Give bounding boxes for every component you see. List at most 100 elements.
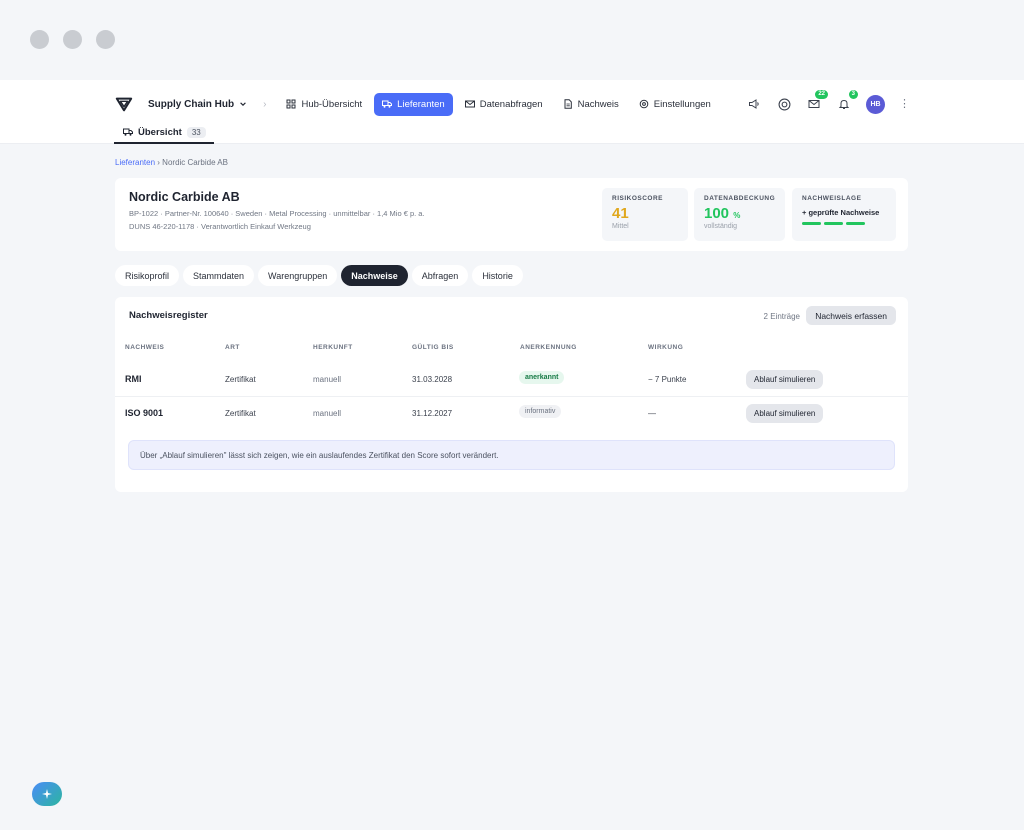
- nav-item-settings[interactable]: Einstellungen: [631, 93, 719, 116]
- kpi-unit: %: [733, 211, 741, 220]
- nav-item-data-requests[interactable]: Datenabfragen: [457, 93, 551, 116]
- cell-type: Zertifikat: [225, 409, 256, 418]
- nav-item-suppliers[interactable]: Lieferanten: [374, 92, 453, 116]
- cell-valid-until: 31.03.2028: [412, 375, 453, 384]
- chevron-down-icon: [240, 102, 246, 106]
- column-header: HERKUNFT: [313, 344, 353, 351]
- cell-effect: − 7 Punkte: [648, 375, 687, 384]
- announcement-button[interactable]: [746, 96, 762, 112]
- cell-origin: manuell: [313, 409, 342, 418]
- table-row[interactable]: ISO 9001 Zertifikat manuell 31.12.2027 i…: [115, 397, 908, 431]
- kpi-label: DATENABDECKUNG: [704, 195, 776, 202]
- tab-commodity-groups[interactable]: Warengruppen: [258, 265, 338, 286]
- tab-risk-profile[interactable]: Risikoprofil: [115, 265, 180, 286]
- table-row[interactable]: RMI Zertifikat manuell 31.03.2028 anerka…: [115, 363, 908, 397]
- nav-separator: ›: [263, 98, 267, 110]
- tab-requests[interactable]: Abfragen: [411, 265, 469, 286]
- mail-count-badge: 22: [815, 90, 828, 99]
- column-header: ART: [225, 344, 240, 351]
- cell-valid-until: 31.12.2027: [412, 409, 453, 418]
- user-avatar[interactable]: HB: [866, 94, 885, 114]
- column-header: GÜLTIG BIS: [412, 344, 454, 351]
- subtab-overview[interactable]: Übersicht 33: [114, 122, 214, 144]
- add-evidence-button[interactable]: Nachweis erfassen: [806, 306, 896, 325]
- tab-history[interactable]: Historie: [472, 265, 523, 286]
- nav-item-label: Lieferanten: [397, 98, 445, 110]
- window-controls: [30, 30, 115, 49]
- supplier-tabs: Risikoprofil Stammdaten Warengruppen Nac…: [115, 265, 523, 286]
- nav-item-evidence[interactable]: Nachweis: [555, 93, 627, 116]
- register-count: 2 Einträge: [763, 312, 800, 321]
- subtab-row: Übersicht 33: [114, 122, 214, 144]
- kpi-label: NACHWEISLAGE: [802, 195, 862, 202]
- notification-count-badge: 3: [848, 90, 858, 99]
- tab-evidence[interactable]: Nachweise: [341, 265, 408, 286]
- breadcrumb-current: Nordic Carbide AB: [162, 158, 228, 167]
- kpi-value: 41: [612, 205, 629, 222]
- cell-origin: manuell: [313, 375, 342, 384]
- window-dot-close[interactable]: [30, 30, 49, 49]
- status-badge: anerkannt: [519, 371, 565, 384]
- nav-item-hub-overview[interactable]: Hub-Übersicht: [278, 93, 370, 116]
- nav-item-label: Datenabfragen: [479, 98, 543, 110]
- mail-icon: [464, 100, 475, 108]
- hub-name-label: Supply Chain Hub: [148, 98, 235, 110]
- hub-switcher[interactable]: Supply Chain Hub: [148, 99, 247, 110]
- kpi-progress-bars: [802, 222, 886, 225]
- kpi-evidence-status: NACHWEISLAGE + geprüfte Nachweise: [792, 188, 896, 241]
- breadcrumb: Lieferanten › Nordic Carbide AB: [115, 158, 228, 167]
- gear-icon: [639, 99, 649, 109]
- column-header: WIRKUNG: [648, 344, 684, 351]
- grid-icon: [286, 99, 296, 109]
- register-title: Nachweisregister: [129, 310, 208, 321]
- help-button[interactable]: [776, 96, 792, 112]
- nav-item-label: Einstellungen: [653, 98, 711, 110]
- top-navigation: Supply Chain Hub › Hub-Übersicht Liefera…: [0, 80, 1024, 144]
- logo-icon[interactable]: [114, 94, 134, 114]
- kpi-proof-text: + geprüfte Nachweise: [802, 208, 880, 217]
- supplier-header-card: Nordic Carbide AB BP-1022 · Partner-Nr. …: [115, 178, 908, 251]
- kpi-data-coverage: DATENABDECKUNG 100 % vollständig: [694, 188, 785, 241]
- nav-row: Supply Chain Hub › Hub-Übersicht Liefera…: [114, 86, 910, 122]
- megaphone-icon: [749, 99, 759, 109]
- kpi-sub: Mittel: [612, 223, 629, 230]
- subtab-count-badge: 33: [186, 126, 206, 138]
- kpi-value: 100: [704, 205, 730, 222]
- cell-type: Zertifikat: [225, 375, 256, 384]
- inbox-button[interactable]: 22: [806, 90, 828, 112]
- target-icon: [778, 98, 790, 110]
- notifications-button[interactable]: 3: [836, 90, 858, 112]
- ai-assistant-button[interactable]: [32, 782, 62, 806]
- cell-effect: —: [648, 409, 656, 418]
- subtab-label: Übersicht: [138, 126, 182, 138]
- window-dot-maximize[interactable]: [96, 30, 115, 49]
- sparkle-icon: [42, 789, 52, 799]
- simulate-expiry-button[interactable]: Ablauf simulieren: [746, 404, 824, 423]
- kpi-risk-score: RISIKOSCORE 41 Mittel: [602, 188, 688, 241]
- document-icon: [564, 99, 572, 109]
- supplier-meta-line-2: DUNS 46-220-1178 · Verantwortlich Einkau…: [129, 222, 311, 231]
- truck-icon: [382, 100, 393, 108]
- cell-name: ISO 9001: [125, 408, 164, 418]
- truck-icon: [123, 128, 133, 136]
- supplier-name: Nordic Carbide AB: [129, 190, 240, 204]
- progress-segment: [824, 222, 843, 225]
- nav-actions: 22 3 HB ⋮: [746, 90, 910, 114]
- more-menu-icon[interactable]: ⋮: [899, 98, 910, 110]
- simulate-expiry-button[interactable]: Ablauf simulieren: [746, 370, 824, 389]
- status-badge: informativ: [519, 405, 562, 418]
- window-dot-minimize[interactable]: [63, 30, 82, 49]
- breadcrumb-parent[interactable]: Lieferanten: [115, 158, 155, 167]
- tab-master-data[interactable]: Stammdaten: [183, 265, 255, 286]
- cell-name: RMI: [125, 374, 142, 384]
- mail-icon: [808, 100, 820, 108]
- nav-item-label: Nachweis: [577, 98, 619, 110]
- column-header: NACHWEIS: [125, 344, 165, 351]
- nav-item-label: Hub-Übersicht: [301, 98, 363, 110]
- bell-icon: [838, 99, 850, 109]
- supplier-meta-line-1: BP-1022 · Partner-Nr. 100640 · Sweden · …: [129, 209, 425, 218]
- progress-segment: [846, 222, 865, 225]
- column-header: ANERKENNUNG: [520, 344, 577, 351]
- evidence-register-card: Nachweisregister 2 Einträge Nachweis erf…: [115, 297, 908, 492]
- kpi-sub: vollständig: [704, 223, 738, 230]
